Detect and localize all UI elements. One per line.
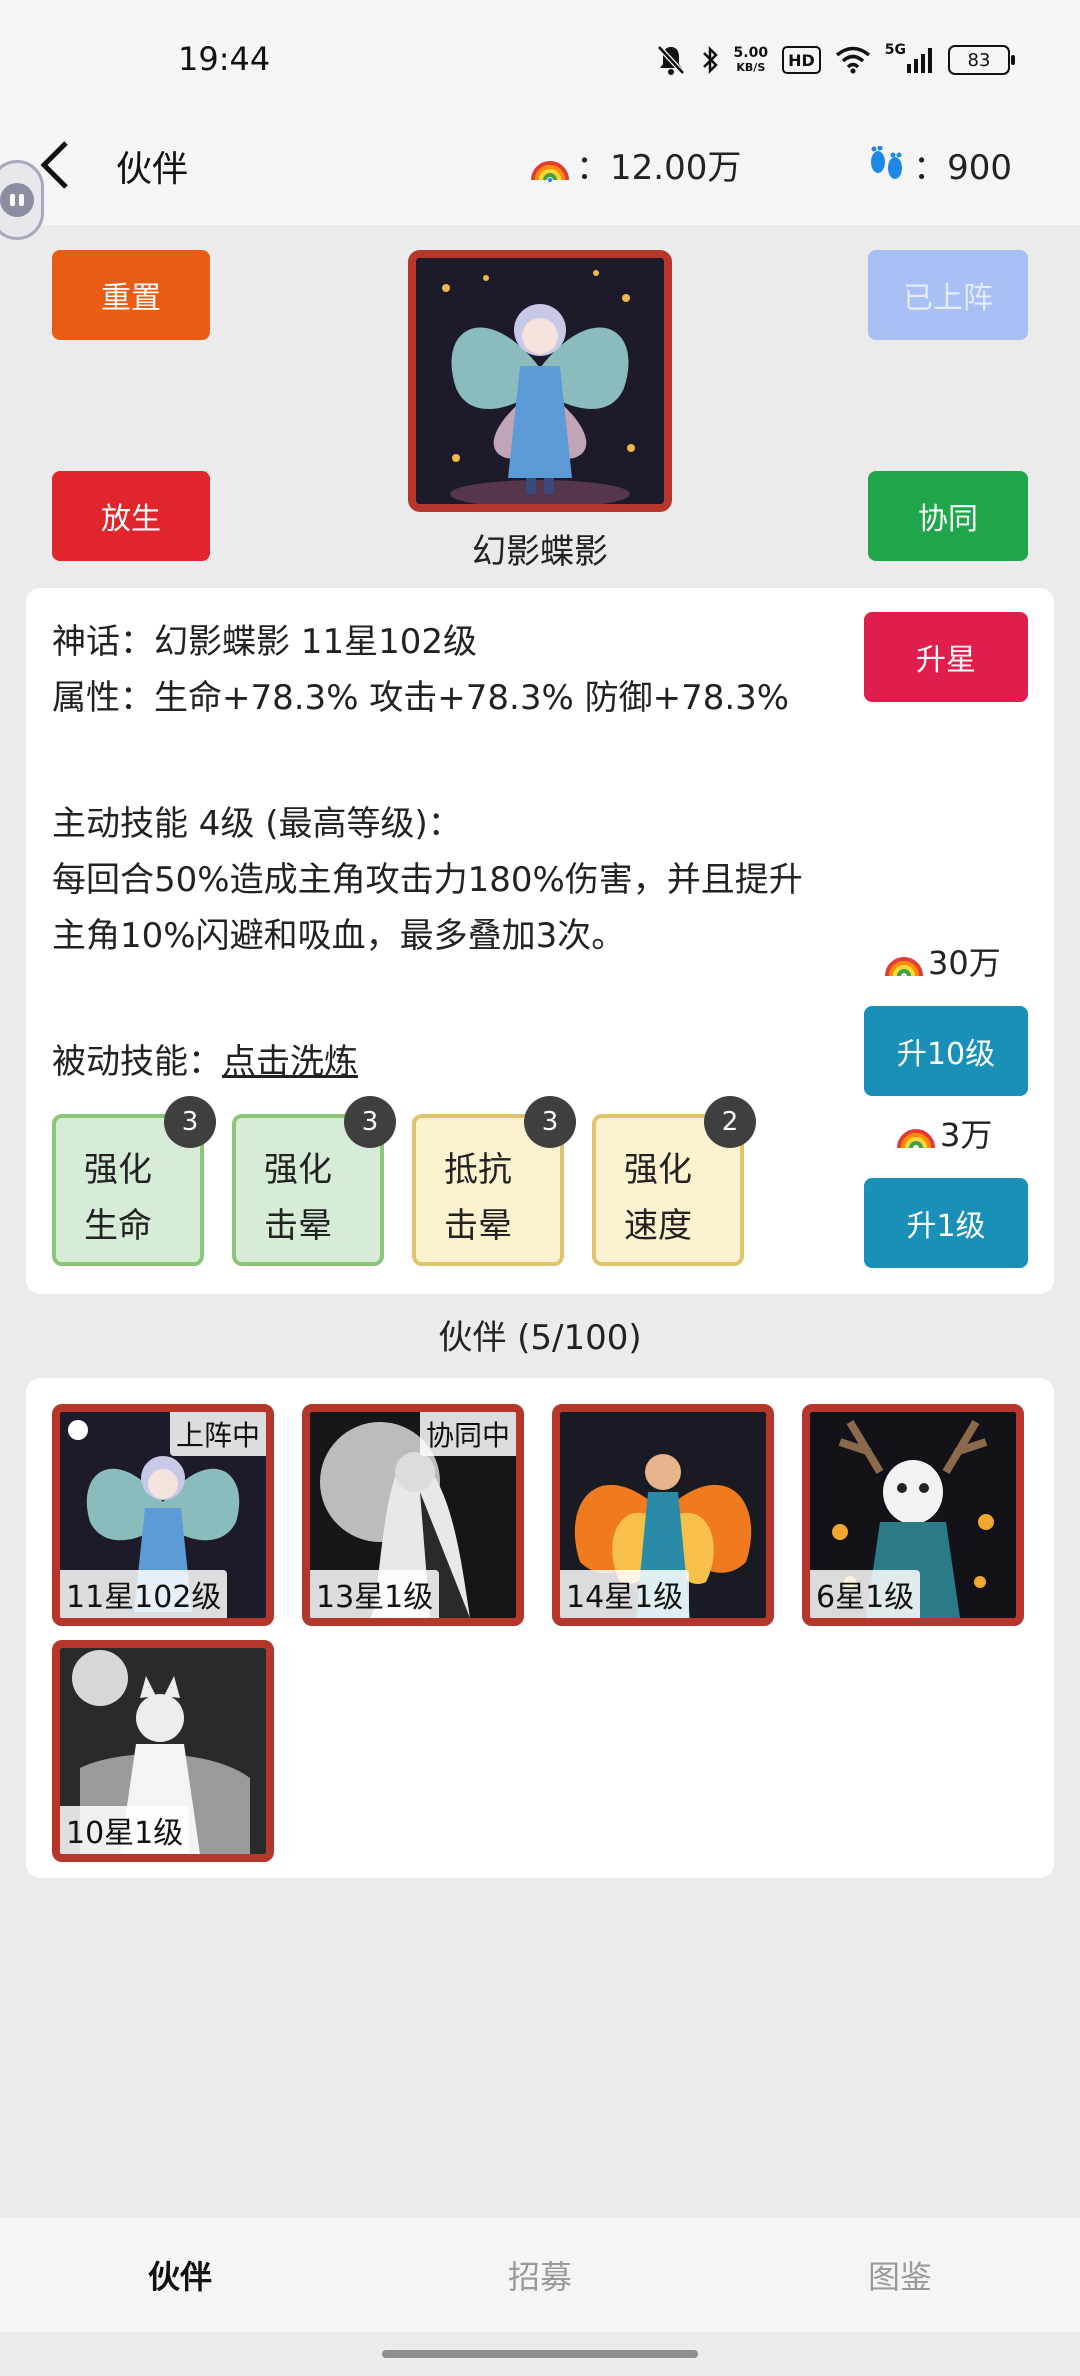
battery-indicator: 83 [948, 45, 1015, 75]
hd-badge: HD [782, 46, 821, 74]
bluetooth-icon [700, 40, 720, 80]
reset-button[interactable]: 重置 [52, 250, 210, 340]
rainbow-icon [885, 957, 923, 977]
skill-line-2: 速度 [624, 1206, 692, 1246]
partners-count-title: 伙伴 (5/100) [438, 1318, 642, 1358]
skill-line-1: 强化 [264, 1150, 332, 1190]
partner-tile[interactable]: 10星1级 [52, 1640, 274, 1862]
mute-bell-icon [656, 40, 686, 80]
signal-label: 5G [884, 42, 906, 58]
nav-codex-tab[interactable]: 图鉴 [720, 2218, 1080, 2332]
cost-1-value: 3万 [940, 1116, 993, 1154]
skill-line-2: 生命 [84, 1206, 152, 1246]
passive-skill-card[interactable]: 抵抗 击晕 3 [412, 1096, 576, 1266]
nav-partner-tab[interactable]: 伙伴 [0, 2218, 360, 2332]
signal-icon: 5G [885, 40, 934, 80]
release-button[interactable]: 放生 [52, 471, 210, 561]
app-header: 伙伴 ：12.00万 ：900 [0, 120, 1080, 225]
partner-info-card: 神话：幻影蝶影 11星102级 属性：生命+78.3% 攻击+78.3% 防御+… [26, 588, 1054, 1294]
partner-status-tag: 上阵中 [169, 1412, 266, 1456]
rarity-line: 神话：幻影蝶影 11星102级 [52, 622, 477, 662]
net-speed: 5.00 KB/S [734, 40, 769, 80]
home-indicator[interactable] [382, 2350, 698, 2358]
clock: 19:44 [178, 40, 271, 78]
active-skill-desc-2: 主角10%闪避和吸血，最多叠加3次。 [52, 916, 626, 956]
net-speed-value: 5.00 [733, 44, 769, 61]
active-skill-desc-1: 每回合50%造成主角攻击力180%伤害，并且提升 [52, 860, 803, 900]
net-speed-unit: KB/S [736, 60, 766, 74]
bottom-navigation: 伙伴 招募 图鉴 [0, 2218, 1080, 2332]
skill-level-badge: 3 [164, 1096, 216, 1148]
partner-level: 14星1级 [560, 1570, 690, 1618]
level-up-1-button[interactable]: 升1级 [864, 1178, 1028, 1268]
partner-level: 6星1级 [810, 1570, 921, 1618]
hero-portrait[interactable] [408, 250, 672, 512]
page-title: 伙伴 [116, 149, 189, 190]
skill-level-badge: 3 [344, 1096, 396, 1148]
currency-value: ：12.00万 [576, 148, 742, 188]
skill-line-2: 击晕 [444, 1206, 512, 1246]
nav-recruit-tab[interactable]: 招募 [360, 2218, 720, 2332]
selected-dot [68, 1420, 88, 1440]
footprints-icon [871, 145, 903, 179]
partner-level: 13星1级 [310, 1570, 440, 1618]
skill-line-1: 强化 [84, 1150, 152, 1190]
partner-tile[interactable]: 上阵中 11星102级 [52, 1404, 274, 1626]
active-skill-title: 主动技能 4级 (最高等级)： [52, 804, 462, 844]
skill-level-badge: 3 [524, 1096, 576, 1148]
skill-line-1: 抵抗 [444, 1150, 512, 1190]
partner-tile[interactable]: 协同中 13星1级 [302, 1404, 524, 1626]
partner-status-tag: 协同中 [419, 1412, 516, 1456]
partner-level: 11星102级 [60, 1570, 228, 1618]
sync-button[interactable]: 协同 [868, 471, 1028, 561]
steps-display: ：900 [867, 140, 1012, 189]
partner-tile[interactable]: 6星1级 [802, 1404, 1024, 1626]
status-icons: 5.00 KB/S HD 5G 83 [656, 40, 1015, 80]
refine-link[interactable]: 点击洗炼 [222, 1042, 358, 1082]
skill-line-1: 强化 [624, 1150, 692, 1190]
pause-icon [0, 183, 34, 217]
partner-level: 10星1级 [60, 1806, 190, 1854]
skill-line-2: 击晕 [264, 1206, 332, 1246]
hero-name: 幻影蝶影 [472, 532, 608, 572]
status-bar: 19:44 5.00 KB/S HD 5G 83 [0, 0, 1080, 120]
passive-skill-card[interactable]: 强化 击晕 3 [232, 1096, 396, 1266]
partners-grid: 上阵中 11星102级 协同中 13星1级 14星1级 6星1级 10星1级 [26, 1378, 1054, 1878]
passive-skill-row: 被动技能：点击洗炼 [52, 1034, 358, 1090]
skill-level-badge: 2 [704, 1096, 756, 1148]
cost-10-value: 30万 [928, 944, 1001, 982]
rainbow-icon [531, 160, 569, 182]
passive-skill-card[interactable]: 强化 速度 2 [592, 1096, 756, 1266]
deployed-button[interactable]: 已上阵 [868, 250, 1028, 340]
floating-assistant-handle[interactable] [0, 160, 44, 240]
butterfly-fairy-image [416, 258, 664, 504]
partner-tile[interactable]: 14星1级 [552, 1404, 774, 1626]
passive-skill-card[interactable]: 强化 生命 3 [52, 1096, 216, 1266]
cost-1-level: 3万 [896, 1110, 992, 1156]
passive-skill-label: 被动技能： [52, 1042, 222, 1082]
star-up-button[interactable]: 升星 [864, 612, 1028, 702]
wifi-icon [835, 40, 871, 80]
attributes-line: 属性：生命+78.3% 攻击+78.3% 防御+78.3% [52, 678, 790, 718]
level-up-10-button[interactable]: 升10级 [864, 1006, 1028, 1096]
steps-value: ：900 [913, 148, 1012, 188]
currency-display: ：12.00万 [530, 140, 741, 189]
rainbow-icon [897, 1129, 935, 1149]
cost-10-levels: 30万 [884, 938, 1001, 984]
